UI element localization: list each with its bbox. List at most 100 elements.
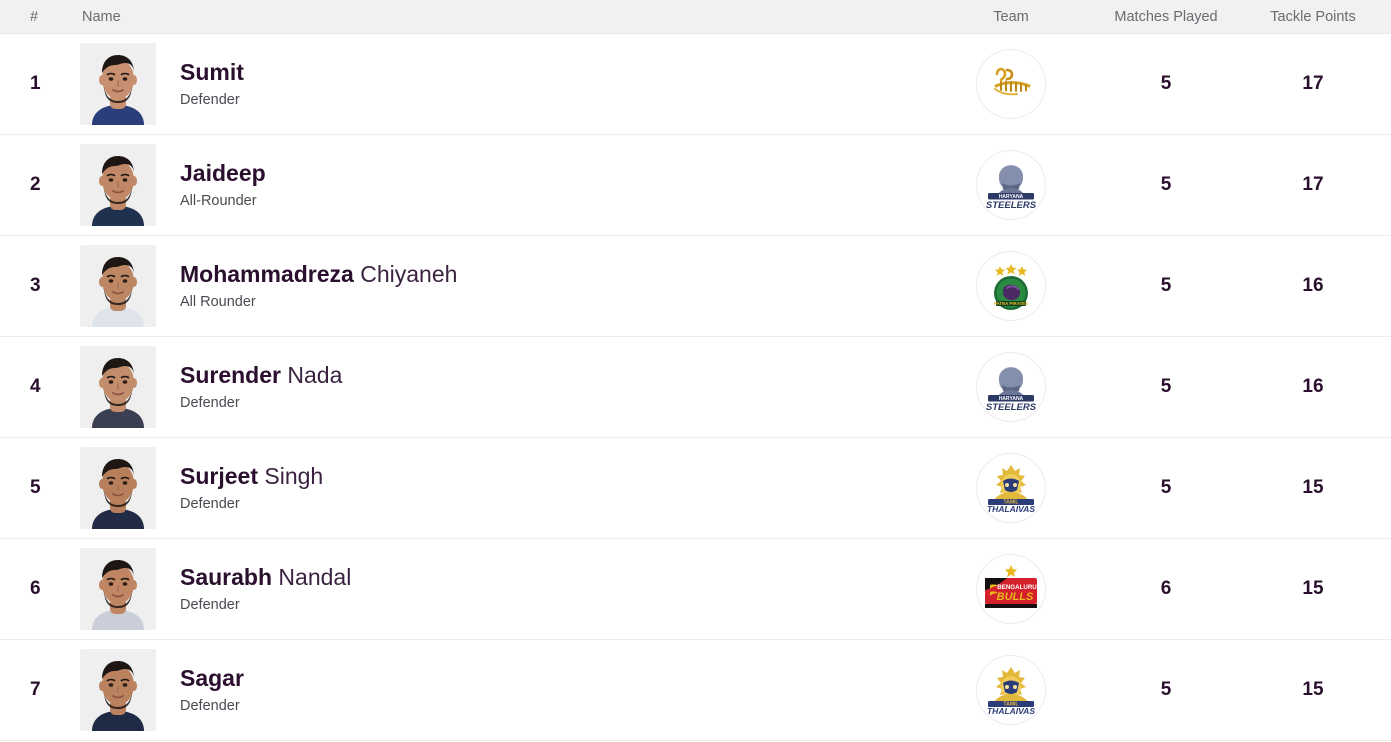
player-cell[interactable]: Surender Nada Defender [78, 346, 931, 428]
player-name-block: Sagar Defender [156, 664, 244, 716]
player-role: Defender [180, 92, 240, 108]
matches-played-value: 6 [1160, 578, 1172, 599]
team-cell[interactable]: TAMIL THALAIVAS [931, 453, 1091, 523]
patna-pirates-logo: PATNA PIRATES [976, 251, 1046, 321]
svg-text:BENGALURU: BENGALURU [997, 584, 1037, 591]
player-cell[interactable]: Jaideep All-Rounder [78, 144, 931, 226]
tackle-points-value: 15 [1302, 578, 1324, 599]
column-header-matches-played[interactable]: Matches Played [1091, 9, 1241, 25]
player-name: Jaideep [180, 159, 266, 187]
player-name: Mohammadreza Chiyaneh [180, 260, 457, 288]
player-avatar [80, 548, 156, 630]
row-rank: 6 [30, 578, 41, 599]
row-rank: 2 [30, 174, 41, 195]
tackle-points-value: 17 [1302, 73, 1324, 94]
player-cell[interactable]: Sagar Defender [78, 649, 931, 731]
player-cell[interactable]: Saurabh Nandal Defender [78, 548, 931, 630]
player-avatar [80, 144, 156, 226]
column-header-team[interactable]: Team [931, 9, 1091, 25]
table-row[interactable]: 3 Mohammadreza Chiyaneh All Rounder PATN… [0, 236, 1391, 337]
player-name-block: Saurabh Nandal Defender [156, 563, 351, 615]
player-name: Sumit [180, 58, 244, 86]
player-last-name: Chiyaneh [353, 261, 458, 287]
svg-text:BULLS: BULLS [997, 591, 1034, 603]
player-first-name: Surjeet [180, 463, 258, 489]
player-role: Defender [180, 698, 240, 714]
tackle-points-value: 16 [1302, 376, 1324, 397]
column-header-name[interactable]: Name [78, 9, 931, 25]
table-row[interactable]: 7 Sagar Defender TAMIL THALAIVAS 5 15 [0, 640, 1391, 741]
player-last-name: Nandal [272, 564, 352, 590]
team-cell[interactable]: TAMIL THALAIVAS [931, 655, 1091, 725]
player-last-name: Singh [257, 463, 324, 489]
player-cell[interactable]: Mohammadreza Chiyaneh All Rounder [78, 245, 931, 327]
matches-played-value: 5 [1160, 275, 1172, 296]
column-header-tackle-points[interactable]: Tackle Points [1241, 9, 1391, 25]
player-name: Sagar [180, 664, 244, 692]
player-name: Surjeet Singh [180, 462, 323, 490]
player-name: Surender Nada [180, 361, 342, 389]
player-first-name: Mohammadreza [180, 261, 354, 287]
player-avatar [80, 649, 156, 731]
matches-played-value: 5 [1160, 174, 1172, 195]
svg-text:STEELERS: STEELERS [986, 402, 1037, 413]
haryana-steelers-logo: HARYANA STEELERS [976, 352, 1046, 422]
up-yoddhas-logo [976, 49, 1046, 119]
table-row[interactable]: 1 Sumit Defender 5 17 [0, 34, 1391, 135]
row-rank: 5 [30, 477, 41, 498]
table-row[interactable]: 4 Surender Nada Defender HARYANA STEELER… [0, 337, 1391, 438]
matches-played-value: 5 [1160, 73, 1172, 94]
svg-text:STEELERS: STEELERS [986, 200, 1037, 211]
tamil-thalaivas-logo: TAMIL THALAIVAS [976, 655, 1046, 725]
team-cell[interactable]: PATNA PIRATES [931, 251, 1091, 321]
table-header-row: # Name Team Matches Played Tackle Points [0, 0, 1391, 34]
matches-played-value: 5 [1160, 376, 1172, 397]
player-first-name: Saurabh [180, 564, 273, 590]
player-role: All Rounder [180, 294, 256, 310]
player-role: Defender [180, 395, 240, 411]
player-name-block: Mohammadreza Chiyaneh All Rounder [156, 260, 457, 312]
table-row[interactable]: 5 Surjeet Singh Defender TAMIL THALAIVAS… [0, 438, 1391, 539]
team-cell[interactable]: HARYANA STEELERS [931, 150, 1091, 220]
tackle-points-value: 16 [1302, 275, 1324, 296]
player-first-name: Jaideep [180, 160, 266, 186]
player-first-name: Surender [180, 362, 281, 388]
team-cell[interactable]: HARYANA STEELERS [931, 352, 1091, 422]
player-last-name: Nada [280, 362, 343, 388]
player-role: All-Rounder [180, 193, 257, 209]
team-cell[interactable] [931, 49, 1091, 119]
player-avatar [80, 245, 156, 327]
tackle-points-value: 17 [1302, 174, 1324, 195]
player-name-block: Jaideep All-Rounder [156, 159, 266, 211]
tackle-points-value: 15 [1302, 477, 1324, 498]
svg-text:THALAIVAS: THALAIVAS [987, 504, 1035, 514]
row-rank: 1 [30, 73, 41, 94]
matches-played-value: 5 [1160, 679, 1172, 700]
table-row[interactable]: 2 Jaideep All-Rounder HARYANA STEELERS 5… [0, 135, 1391, 236]
svg-text:THALAIVAS: THALAIVAS [987, 706, 1035, 716]
haryana-steelers-logo: HARYANA STEELERS [976, 150, 1046, 220]
tackle-points-value: 15 [1302, 679, 1324, 700]
player-name-block: Sumit Defender [156, 58, 244, 110]
player-name-block: Surender Nada Defender [156, 361, 342, 413]
player-avatar [80, 346, 156, 428]
row-rank: 4 [30, 376, 41, 397]
player-cell[interactable]: Sumit Defender [78, 43, 931, 125]
svg-text:PATNA PIRATES: PATNA PIRATES [994, 301, 1028, 306]
row-rank: 3 [30, 275, 41, 296]
matches-played-value: 5 [1160, 477, 1172, 498]
column-header-rank[interactable]: # [0, 9, 78, 25]
tamil-thalaivas-logo: TAMIL THALAIVAS [976, 453, 1046, 523]
player-name-block: Surjeet Singh Defender [156, 462, 323, 514]
player-first-name: Sumit [180, 59, 244, 85]
player-name: Saurabh Nandal [180, 563, 351, 591]
leaderboard-rows: 1 Sumit Defender 5 17 2 Jaideep All-Roun… [0, 34, 1391, 741]
player-role: Defender [180, 496, 240, 512]
player-avatar [80, 447, 156, 529]
bengaluru-bulls-logo: BENGALURU BULLS [976, 554, 1046, 624]
player-cell[interactable]: Surjeet Singh Defender [78, 447, 931, 529]
player-avatar [80, 43, 156, 125]
team-cell[interactable]: BENGALURU BULLS [931, 554, 1091, 624]
player-first-name: Sagar [180, 665, 244, 691]
table-row[interactable]: 6 Saurabh Nandal Defender BENGALURU BULL… [0, 539, 1391, 640]
